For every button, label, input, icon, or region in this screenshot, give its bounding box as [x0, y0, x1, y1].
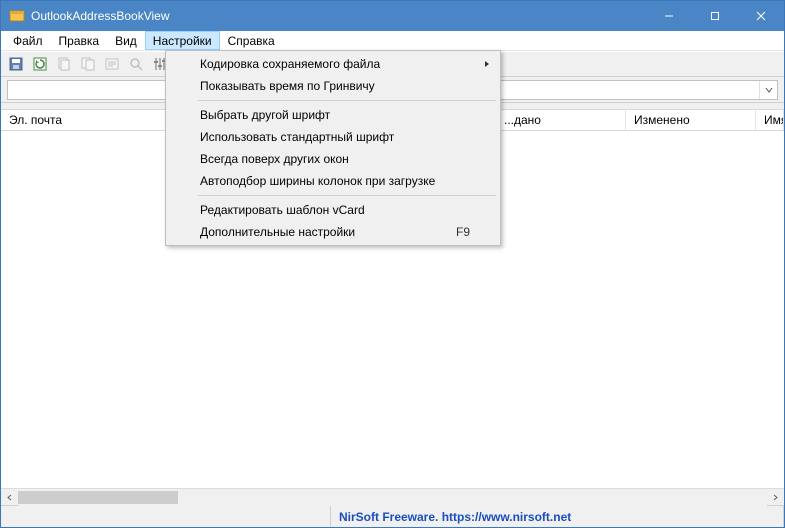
scroll-thumb[interactable] [18, 491, 178, 504]
dd-separator [198, 195, 496, 196]
scroll-left-button[interactable] [1, 489, 18, 506]
dd-item-autosize-columns[interactable]: Автоподбор ширины колонок при загрузке [168, 170, 498, 192]
dd-item-choose-font[interactable]: Выбрать другой шрифт [168, 104, 498, 126]
scroll-right-button[interactable] [767, 489, 784, 506]
statusbar: NirSoft Freeware. https://www.nirsoft.ne… [1, 505, 784, 527]
app-window: OutlookAddressBookView Файл Правка Вид Н… [0, 0, 785, 528]
dd-separator [198, 100, 496, 101]
refresh-icon[interactable] [29, 53, 51, 75]
dd-item-always-on-top[interactable]: Всегда поверх других окон [168, 148, 498, 170]
credit-link[interactable]: NirSoft Freeware. https://www.nirsoft.ne… [339, 510, 571, 524]
chevron-down-icon [759, 81, 777, 99]
filter-input[interactable] [7, 80, 172, 100]
properties-icon[interactable] [101, 53, 123, 75]
menubar: Файл Правка Вид Настройки Справка [1, 31, 784, 51]
menu-file[interactable]: Файл [5, 31, 51, 50]
horizontal-scrollbar[interactable] [1, 488, 784, 505]
window-title: OutlookAddressBookView [31, 9, 646, 23]
chevron-right-icon [484, 57, 490, 71]
dd-item-gmt[interactable]: Показывать время по Гринвичу [168, 75, 498, 97]
close-button[interactable] [738, 1, 784, 31]
dd-item-encoding[interactable]: Кодировка сохраняемого файла [168, 53, 498, 75]
status-left [1, 506, 331, 527]
dd-item-edit-vcard[interactable]: Редактировать шаблон vCard [168, 199, 498, 221]
minimize-button[interactable] [646, 1, 692, 31]
column-name[interactable]: Имя [756, 110, 784, 130]
menu-settings[interactable]: Настройки [145, 31, 220, 50]
column-created[interactable]: ...дано [496, 110, 626, 130]
menu-edit[interactable]: Правка [51, 31, 108, 50]
dd-item-default-font[interactable]: Использовать стандартный шрифт [168, 126, 498, 148]
maximize-button[interactable] [692, 1, 738, 31]
scroll-track[interactable] [18, 489, 767, 506]
save-icon[interactable] [5, 53, 27, 75]
status-right: NirSoft Freeware. https://www.nirsoft.ne… [331, 506, 784, 527]
menu-view[interactable]: Вид [107, 31, 145, 50]
column-modified[interactable]: Изменено [626, 110, 756, 130]
settings-dropdown: Кодировка сохраняемого файла Показывать … [165, 50, 501, 246]
cut-icon[interactable] [77, 53, 99, 75]
titlebar: OutlookAddressBookView [1, 1, 784, 31]
copy-icon[interactable] [53, 53, 75, 75]
app-icon [9, 8, 25, 24]
menu-help[interactable]: Справка [220, 31, 283, 50]
find-icon[interactable] [125, 53, 147, 75]
dd-item-advanced-settings[interactable]: Дополнительные настройки F9 [168, 221, 498, 243]
